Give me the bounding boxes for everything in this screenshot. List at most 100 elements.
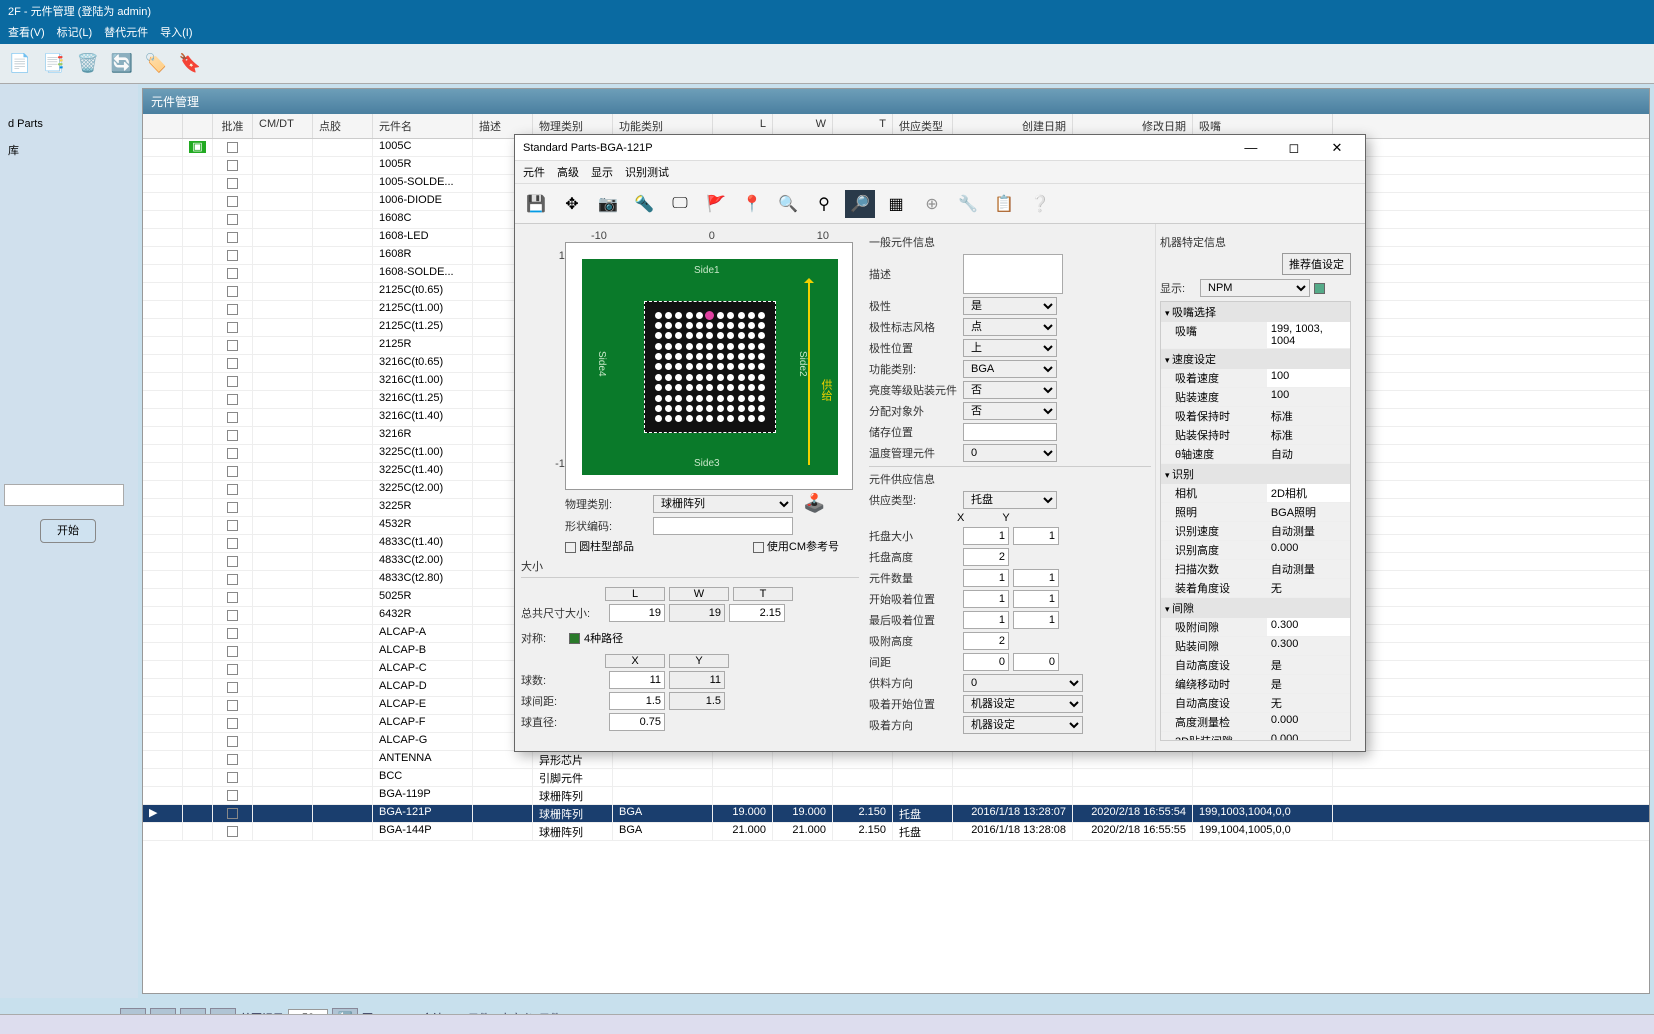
supplytype-select[interactable]: 托盘 [963, 491, 1057, 509]
dialog-titlebar[interactable]: Standard Parts-BGA-121P — ◻ ✕ [515, 135, 1365, 161]
pickstart-select[interactable]: 机器设定 [963, 695, 1083, 713]
list-icon[interactable]: 📋 [989, 190, 1019, 218]
screen-icon[interactable]: 🖵 [665, 190, 695, 218]
size-w-input[interactable] [669, 604, 725, 622]
trayh-input[interactable] [963, 548, 1009, 566]
property-group[interactable]: 间隙 [1161, 598, 1350, 618]
property-group[interactable]: 吸嘴选择 [1161, 302, 1350, 322]
property-row[interactable]: 高度测量检0.000 [1161, 713, 1350, 732]
property-row[interactable]: 贴装保持时标准 [1161, 426, 1350, 445]
property-row[interactable]: 照明BGA照明 [1161, 503, 1350, 522]
size-l-input[interactable] [609, 604, 665, 622]
tree-all[interactable] [4, 92, 134, 108]
property-row[interactable]: 吸嘴199, 1003, 1004 [1161, 322, 1350, 349]
property-row[interactable]: 自动高度设是 [1161, 656, 1350, 675]
traysize-x[interactable] [963, 527, 1009, 545]
tool-icon[interactable]: 🔧 [953, 190, 983, 218]
property-row[interactable]: 吸着速度100 [1161, 369, 1350, 388]
ballgap-y-input[interactable] [669, 692, 725, 710]
property-row[interactable]: 吸着保持时标准 [1161, 407, 1350, 426]
property-group[interactable]: 识别 [1161, 464, 1350, 484]
pin-icon[interactable]: 📍 [737, 190, 767, 218]
property-row[interactable]: 贴装速度100 [1161, 388, 1350, 407]
show-select[interactable]: NPM [1200, 279, 1310, 297]
table-row[interactable]: ANTENNA异形芯片 [143, 751, 1649, 769]
menu-view[interactable]: 查看(V) [8, 24, 45, 42]
property-row[interactable]: 吸附间隙0.300 [1161, 618, 1350, 637]
move-icon[interactable]: ✥ [557, 190, 587, 218]
col-approve[interactable]: 批准 [213, 114, 253, 138]
component-preview[interactable]: Side1 Side2 Side3 Side4 供给 [565, 242, 853, 490]
dmenu-test[interactable]: 识别测试 [625, 164, 669, 180]
new-doc-icon[interactable]: 📄 [8, 52, 32, 76]
startpick-x[interactable] [963, 590, 1009, 608]
save-icon[interactable]: 💾 [521, 190, 551, 218]
menu-mark[interactable]: 标记(L) [57, 24, 92, 42]
polar-select[interactable]: 是 [963, 297, 1057, 315]
property-row[interactable]: 识别高度0.000 [1161, 541, 1350, 560]
close-icon[interactable]: ✕ [1317, 140, 1357, 156]
alloc-select[interactable]: 否 [963, 402, 1057, 420]
property-row[interactable]: 编绕移动时是 [1161, 675, 1350, 694]
lamp-icon[interactable]: 🔦 [629, 190, 659, 218]
target-icon[interactable]: ⊕ [917, 190, 947, 218]
help-icon[interactable]: ❔ [1025, 190, 1055, 218]
maximize-icon[interactable]: ◻ [1274, 140, 1314, 156]
property-row[interactable]: 自动高度设无 [1161, 694, 1350, 713]
ballgap-x-input[interactable] [609, 692, 665, 710]
minimize-icon[interactable]: — [1231, 140, 1271, 155]
search1-icon[interactable]: 🔍 [773, 190, 803, 218]
cmref-checkbox[interactable] [753, 542, 764, 553]
table-row[interactable]: BCC引脚元件 [143, 769, 1649, 787]
feeddir-select[interactable]: 0 [963, 674, 1083, 692]
traysize-y[interactable] [1013, 527, 1059, 545]
zoom-icon[interactable]: 🔎 [845, 190, 875, 218]
special-checkbox[interactable] [565, 542, 576, 553]
start-button[interactable]: 开始 [40, 519, 96, 543]
menu-subst[interactable]: 替代元件 [104, 24, 148, 42]
property-row[interactable]: 识别速度自动测量 [1161, 522, 1350, 541]
tag-icon[interactable]: 🏷️ [144, 52, 168, 76]
table-row[interactable]: BGA-144P球栅阵列BGA21.00021.0002.150托盘2016/1… [143, 823, 1649, 841]
gap-y[interactable] [1013, 653, 1059, 671]
joystick-icon[interactable]: 🕹️ [803, 493, 825, 514]
symmetry-checkbox[interactable] [569, 633, 580, 644]
physical-type-select[interactable]: 球栅阵列 [653, 495, 793, 513]
ppos-select[interactable]: 上 [963, 339, 1057, 357]
pickh-input[interactable] [963, 632, 1009, 650]
table-row[interactable]: BGA-119P球栅阵列 [143, 787, 1649, 805]
pstyle-select[interactable]: 点 [963, 318, 1057, 336]
filter-combo[interactable] [4, 484, 124, 506]
endpick-x[interactable] [963, 611, 1009, 629]
count-y[interactable] [1013, 569, 1059, 587]
desc-input[interactable] [963, 254, 1063, 294]
delete-icon[interactable]: 🗑️ [76, 52, 100, 76]
startpick-y[interactable] [1013, 590, 1059, 608]
pickdir-select[interactable]: 机器设定 [963, 716, 1083, 734]
ftype-select[interactable]: BGA [963, 360, 1057, 378]
col-cm[interactable]: CM/DT [253, 114, 313, 138]
grid-icon[interactable]: ▦ [881, 190, 911, 218]
property-grid[interactable]: 吸嘴选择吸嘴199, 1003, 1004速度设定吸着速度100贴装速度100吸… [1160, 301, 1351, 741]
col-name[interactable]: 元件名 [373, 114, 473, 138]
property-row[interactable]: 贴装间隙0.300 [1161, 637, 1350, 656]
endpick-y[interactable] [1013, 611, 1059, 629]
dmenu-display[interactable]: 显示 [591, 164, 613, 180]
count-x[interactable] [963, 569, 1009, 587]
show-checkbox[interactable] [1314, 283, 1325, 294]
property-row[interactable]: θ轴速度自动 [1161, 445, 1350, 464]
camera-icon[interactable]: 📷 [593, 190, 623, 218]
col-glue[interactable]: 点胶 [313, 114, 373, 138]
recommend-button[interactable]: 推荐值设定 [1282, 253, 1351, 275]
ball-dia-input[interactable] [609, 713, 665, 731]
shape-code-input[interactable] [653, 517, 793, 535]
property-row[interactable]: 3D贴装间隙0.000 [1161, 732, 1350, 741]
dmenu-advanced[interactable]: 高级 [557, 164, 579, 180]
tree-dparts[interactable]: d Parts [4, 116, 134, 132]
menu-import[interactable]: 导入(I) [160, 24, 192, 42]
col-status[interactable] [183, 114, 213, 138]
tempmng-select[interactable]: 0 [963, 444, 1057, 462]
gap-x[interactable] [963, 653, 1009, 671]
copy-doc-icon[interactable]: 📑 [42, 52, 66, 76]
property-row[interactable]: 装着角度设无 [1161, 579, 1350, 598]
